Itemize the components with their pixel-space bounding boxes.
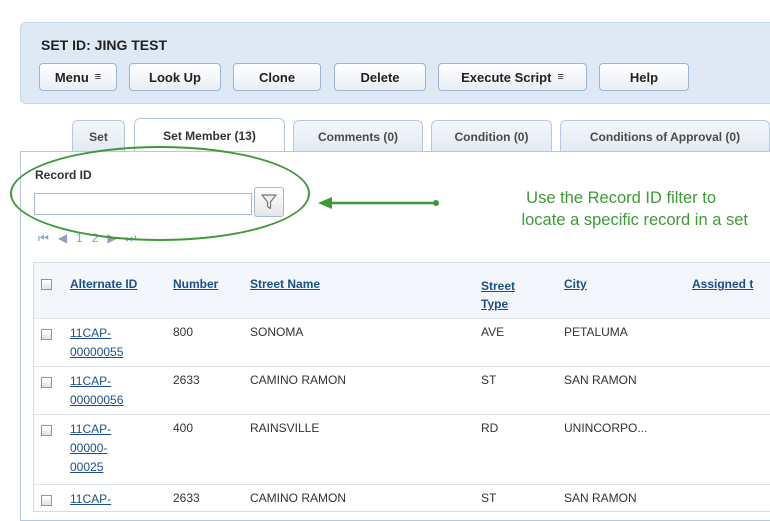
number-cell: 2633 [173,491,200,505]
street-type-cell: AVE [481,325,505,339]
col-assigned-to[interactable]: Assigned t [692,277,753,291]
page-title: SET ID: JING TEST [41,37,168,53]
table-row: 11CAP- 2633 CAMINO RAMON ST SAN RAMON [34,485,770,513]
lookup-button[interactable]: Look Up [129,63,221,91]
col-city[interactable]: City [564,277,587,291]
annotation-line-2: locate a specific record in a set [521,211,748,229]
menu-dropdown-icon: ≡ [94,71,102,83]
execute-script-dropdown-icon: ≡ [557,71,564,83]
help-button[interactable]: Help [599,63,689,91]
execute-script-button[interactable]: Execute Script ≡ [438,63,587,91]
row-checkbox[interactable] [41,377,52,388]
table-row: 11CAP- 00000056 2633 CAMINO RAMON ST SAN … [34,367,770,415]
number-cell: 800 [173,325,194,339]
tab-conditions-of-approval[interactable]: Conditions of Approval (0) [560,120,770,152]
annotation-text: Use the Record ID filter to locate a spe… [418,187,748,231]
set-member-table: Alternate ID Number Street Name Street T… [33,262,770,512]
number-cell: 400 [173,421,194,435]
col-street-name[interactable]: Street Name [250,277,320,291]
city-cell: SAN RAMON [564,491,637,505]
row-checkbox[interactable] [41,495,52,506]
table-row: 11CAP- 00000055 800 SONOMA AVE PETALUMA [34,319,770,367]
tab-bar: Set Set Member (13) Comments (0) Conditi… [0,118,770,152]
city-cell: UNINCORPO... [564,421,648,435]
tab-comments[interactable]: Comments (0) [293,120,423,152]
street-name-cell: CAMINO RAMON [250,373,346,387]
alternate-id-link[interactable]: 11CAP- 00000- 00025 [70,420,111,477]
set-header: SET ID: JING TEST Menu ≡ Look Up Clone D… [20,22,770,104]
menu-button-label: Menu [54,69,89,85]
prev-page-icon[interactable]: ◀ [58,231,67,246]
first-page-icon[interactable]: ⏮ [38,231,49,246]
street-type-cell: ST [481,373,497,387]
menu-button[interactable]: Menu ≡ [39,63,117,91]
col-street-type[interactable]: Street Type [481,277,515,313]
number-cell: 2633 [173,373,200,387]
delete-button[interactable]: Delete [334,63,426,91]
highlight-ellipse [10,146,310,241]
col-street-type-line1: Street [481,279,516,293]
select-all-checkbox[interactable] [41,279,52,290]
street-name-cell: RAINSVILLE [250,421,320,435]
street-type-cell: RD [481,421,499,435]
city-cell: PETALUMA [564,325,628,339]
top-band [0,0,770,12]
col-number[interactable]: Number [173,277,218,291]
col-street-type-line2: Type [481,297,509,311]
alternate-id-link[interactable]: 11CAP- 00000056 [70,372,123,410]
table-row: 11CAP- 00000- 00025 400 RAINSVILLE RD UNIN… [34,415,770,485]
row-checkbox[interactable] [41,329,52,340]
street-name-cell: SONOMA [250,325,304,339]
tab-condition[interactable]: Condition (0) [431,120,552,152]
city-cell: SAN RAMON [564,373,637,387]
street-name-cell: CAMINO RAMON [250,491,346,505]
street-type-cell: ST [481,491,497,505]
annotation-line-1: Use the Record ID filter to [526,189,716,207]
execute-script-label: Execute Script [461,69,552,85]
table-header: Alternate ID Number Street Name Street T… [34,263,770,319]
clone-button[interactable]: Clone [233,63,321,91]
row-checkbox[interactable] [41,425,52,436]
col-alternate-id[interactable]: Alternate ID [70,277,137,291]
alternate-id-link[interactable]: 11CAP- 00000055 [70,324,123,362]
alternate-id-link[interactable]: 11CAP- [70,490,111,509]
